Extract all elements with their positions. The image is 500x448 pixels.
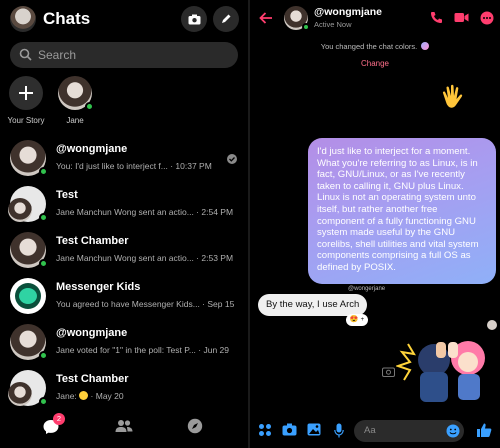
change-color-link[interactable]: Change xyxy=(250,59,500,68)
chat-row[interactable]: @wongmjane Jane voted for "1" in the pol… xyxy=(0,320,248,366)
stories-row: Your Story Jane xyxy=(0,76,248,130)
sender-label: @wongerjane xyxy=(348,286,386,292)
messenger-kids-logo xyxy=(15,283,41,309)
chat-preview: You agreed to have Messenger Kids... · S… xyxy=(56,299,235,309)
smiley-icon[interactable] xyxy=(446,424,460,438)
chat-color-dot xyxy=(421,42,430,50)
unread-badge: 2 xyxy=(53,413,65,425)
add-story-circle[interactable] xyxy=(9,76,43,110)
image-icon[interactable] xyxy=(307,423,321,436)
people-icon xyxy=(115,420,133,432)
camera-icon[interactable] xyxy=(382,366,395,377)
compose-button[interactable] xyxy=(213,6,239,32)
camera-button[interactable] xyxy=(181,6,207,32)
story-label: Your Story xyxy=(7,116,45,125)
tab-people[interactable] xyxy=(115,418,133,439)
page-title: Chats xyxy=(43,9,91,28)
grid-icon[interactable] xyxy=(258,423,272,437)
online-indicator xyxy=(39,167,48,176)
chat-row[interactable]: Test Jane Manchun Wong sent an actio... … xyxy=(0,182,248,228)
dots-icon[interactable] xyxy=(480,11,494,25)
online-indicator xyxy=(39,351,48,360)
system-message: You changed the chat colors. xyxy=(320,42,418,51)
chat-name: Test Chamber xyxy=(56,235,129,247)
chat-preview: Jane voted for "1" in the poll: Test P..… xyxy=(56,345,229,355)
chat-name: @wongmjane xyxy=(56,143,128,155)
high-five-sticker[interactable] xyxy=(394,336,496,408)
online-indicator xyxy=(39,397,48,406)
message-placeholder: Aa xyxy=(364,425,376,436)
chat-row[interactable]: @wongmjane You: I'd just like to interje… xyxy=(0,136,248,182)
chat-name: Test Chamber xyxy=(56,373,129,385)
avatar xyxy=(10,140,48,176)
tab-discover[interactable] xyxy=(187,418,203,439)
story-label: Jane xyxy=(66,116,84,125)
mic-icon[interactable] xyxy=(334,423,344,438)
video-icon[interactable] xyxy=(454,12,469,23)
avatar xyxy=(8,186,48,222)
chat-row[interactable]: Test Chamber Jane Manchun Wong sent an a… xyxy=(0,228,248,274)
chat-preview: You: I'd just like to interject f... · 1… xyxy=(56,161,212,171)
search-icon xyxy=(19,48,32,61)
chat-list-pane: Chats Search Your Story Jane @wongmjane … xyxy=(0,0,248,448)
profile-avatar[interactable] xyxy=(10,6,36,32)
contact-status: Active Now xyxy=(314,20,352,29)
story-your-story[interactable]: Your Story xyxy=(3,76,49,125)
avatar xyxy=(10,278,46,314)
phone-icon[interactable] xyxy=(430,11,443,24)
waving-hand-icon xyxy=(438,82,470,124)
reaction-badge[interactable]: 😍 + xyxy=(346,314,368,326)
chat-row[interactable]: Messenger Kids You agreed to have Messen… xyxy=(0,274,248,320)
received-message-bubble[interactable]: By the way, I use Arch xyxy=(258,294,368,316)
tab-chats[interactable]: 2 xyxy=(42,413,65,441)
chat-name: Test xyxy=(56,189,78,201)
avatar xyxy=(8,370,48,406)
compass-icon xyxy=(187,418,203,434)
thumbs-up-icon[interactable] xyxy=(476,422,492,438)
search-input[interactable]: Search xyxy=(10,42,238,68)
avatar xyxy=(10,324,48,360)
chat-row[interactable]: Test Chamber Jane: · May 20 xyxy=(0,366,248,412)
camera-icon xyxy=(188,14,200,24)
composer-bar: Aa xyxy=(250,414,500,448)
avatar xyxy=(10,232,48,268)
story-jane[interactable]: Jane xyxy=(52,76,98,125)
chat-name: @wongmjane xyxy=(56,327,128,339)
chat-preview: Jane: · May 20 xyxy=(56,391,124,401)
sent-message-bubble[interactable]: I'd just like to interject for a moment.… xyxy=(308,138,496,284)
camera-icon[interactable] xyxy=(282,423,297,436)
system-notice: You changed the chat colors. Change xyxy=(250,42,500,68)
back-arrow-icon[interactable] xyxy=(259,11,273,25)
chat-name: Messenger Kids xyxy=(56,281,141,293)
online-indicator xyxy=(302,23,310,31)
plus-icon xyxy=(19,86,33,100)
contact-avatar[interactable] xyxy=(284,6,310,31)
check-icon xyxy=(227,154,237,164)
online-indicator xyxy=(85,102,94,111)
chat-preview: Jane Manchun Wong sent an actio... · 2:5… xyxy=(56,207,234,217)
online-indicator xyxy=(39,213,48,222)
bottom-tab-bar: 2 xyxy=(0,410,248,448)
pencil-icon xyxy=(222,14,231,23)
chat-preview: Jane Manchun Wong sent an actio... · 2:5… xyxy=(56,253,234,263)
online-indicator xyxy=(39,259,48,268)
conversation-header: @wongmjane Active Now xyxy=(250,0,500,36)
avatar xyxy=(58,76,94,111)
seen-avatar xyxy=(487,320,497,330)
emoji-icon xyxy=(79,391,89,400)
contact-name[interactable]: @wongmjane xyxy=(314,6,382,18)
message-input[interactable]: Aa xyxy=(354,420,464,442)
search-placeholder: Search xyxy=(38,48,77,62)
conversation-pane: @wongmjane Active Now You changed the ch… xyxy=(250,0,500,448)
chat-list-header: Chats xyxy=(0,0,248,38)
